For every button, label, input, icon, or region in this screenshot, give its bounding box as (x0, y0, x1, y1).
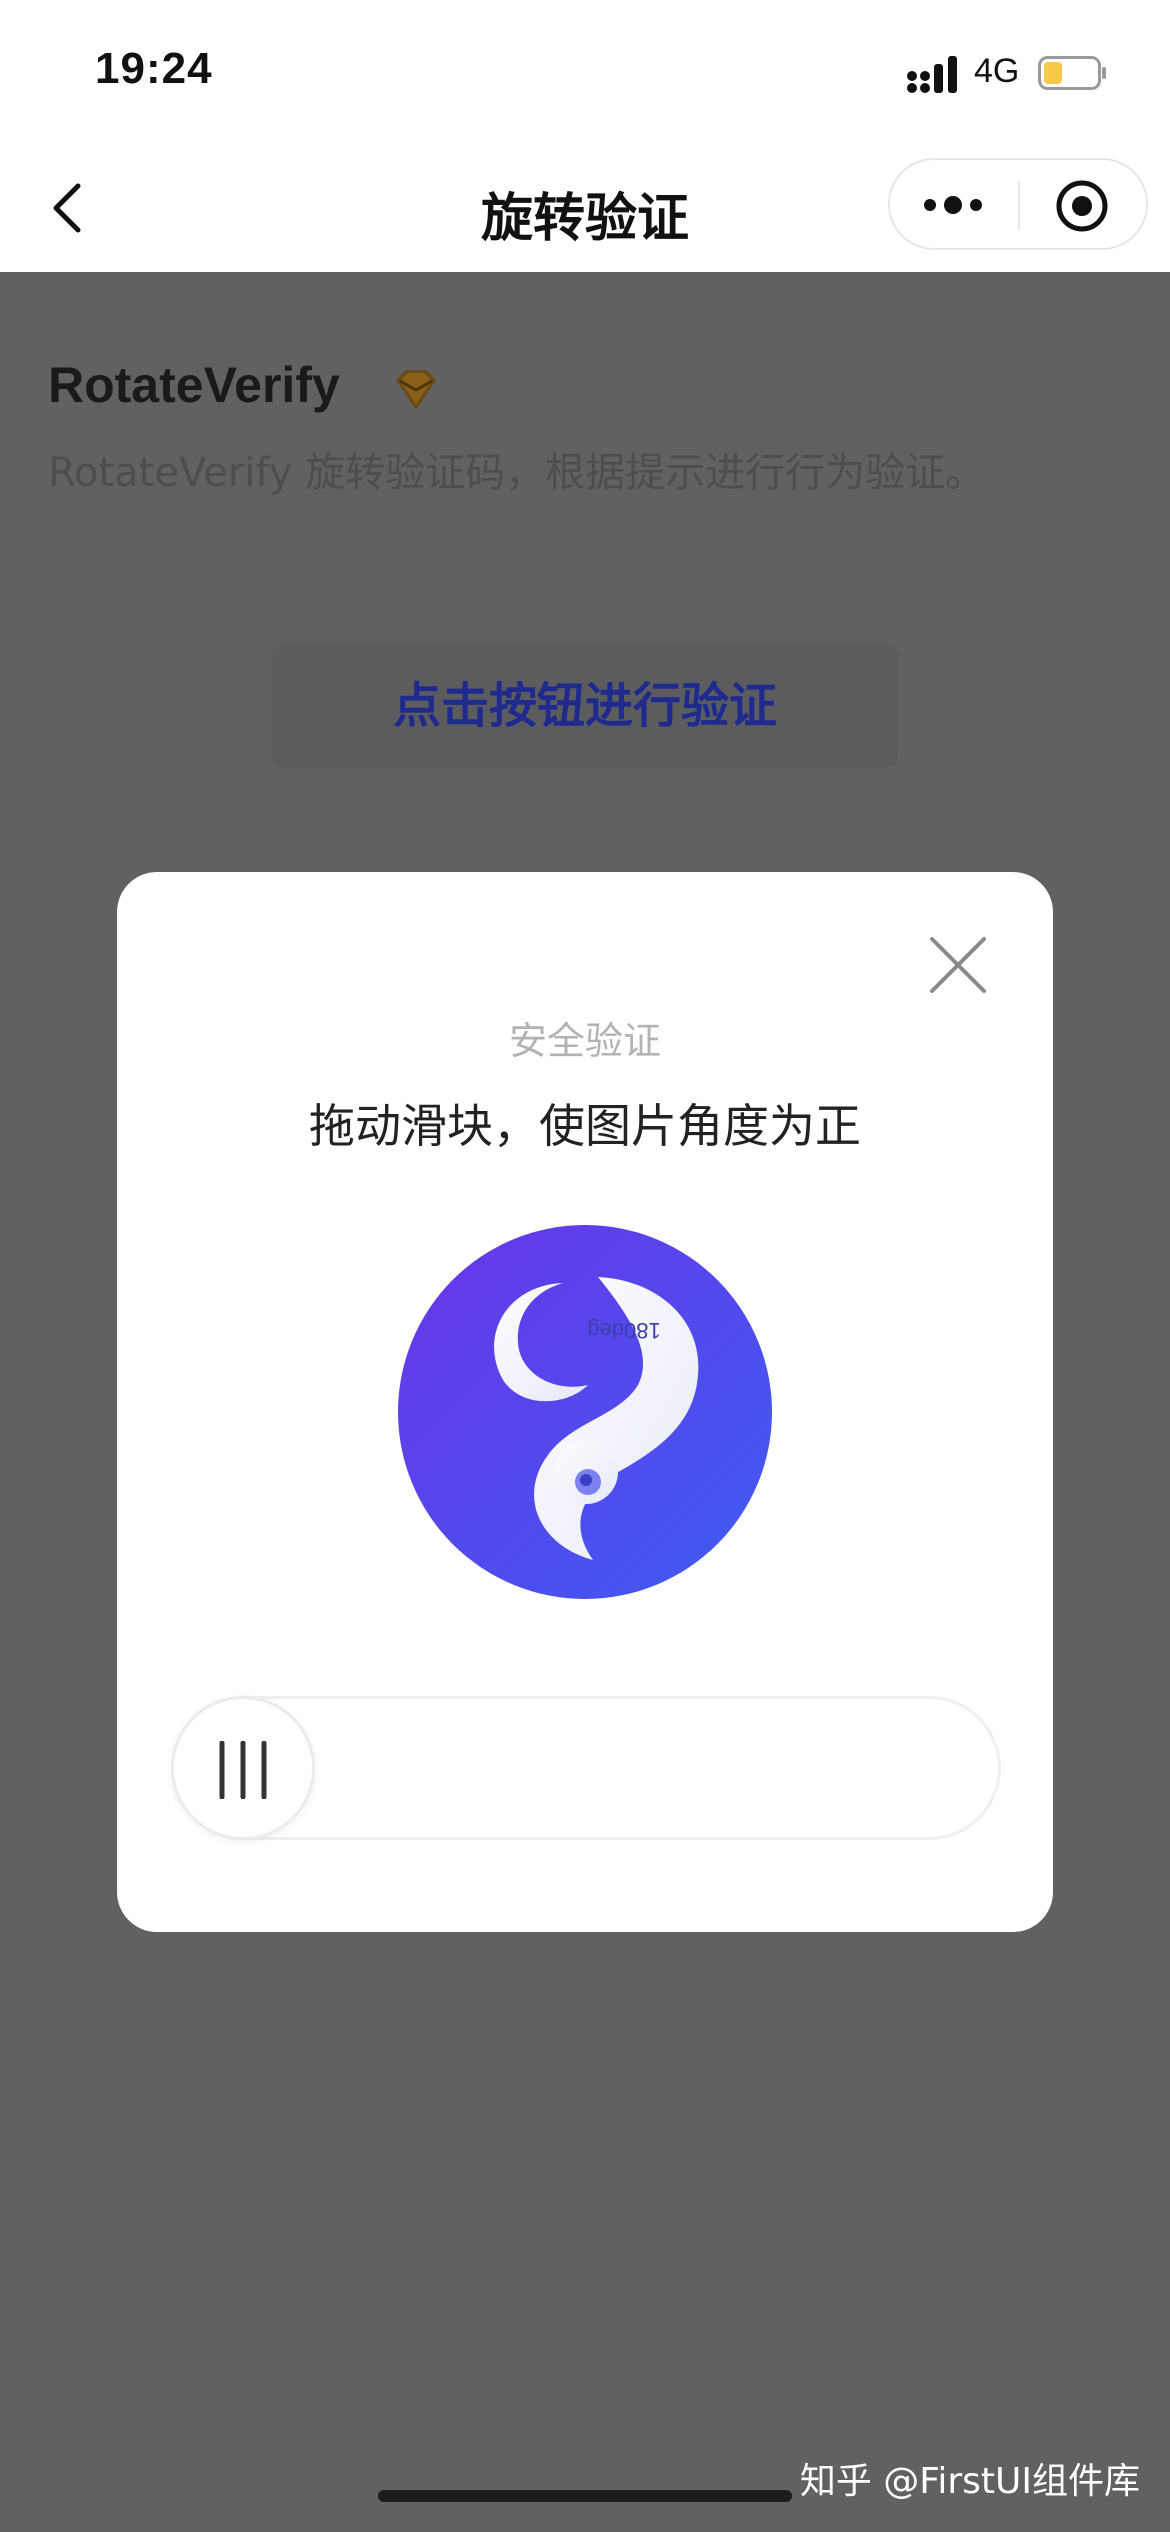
status-bar: 19:24 4G (0, 0, 1170, 140)
component-description: RotateVerify 旋转验证码，根据提示进行行为验证。 (48, 450, 986, 496)
home-indicator (378, 2490, 792, 2502)
capsule-divider (1018, 182, 1020, 230)
target-circle-icon[interactable] (1054, 178, 1110, 234)
verify-modal: 安全验证 拖动滑块，使图片角度为正 180deg (117, 872, 1053, 1932)
start-verify-button[interactable]: 点击按钮进行验证 (272, 644, 898, 768)
battery-icon (1038, 56, 1106, 90)
nav-bar: 旋转验证 (0, 140, 1170, 272)
rotated-image-label: 180deg (587, 1318, 660, 1343)
modal-heading: 安全验证 (508, 1019, 661, 1063)
gem-icon (396, 370, 436, 410)
signal-icon (907, 56, 957, 93)
more-dots-icon[interactable] (918, 180, 988, 230)
rotate-verify-image: 180deg (398, 1225, 772, 1599)
mini-program-capsule (888, 158, 1148, 250)
modal-instruction: 拖动滑块，使图片角度为正 (309, 1099, 861, 1153)
status-time: 19:24 (95, 44, 213, 93)
watermark: 知乎 @FirstUI组件库 (799, 2461, 1140, 2502)
slider-handle[interactable] (171, 1696, 315, 1840)
network-type: 4G (974, 52, 1020, 90)
close-x-icon[interactable] (927, 934, 989, 996)
grip-lines-icon (219, 1741, 267, 1799)
component-title: RotateVerify (48, 357, 340, 413)
